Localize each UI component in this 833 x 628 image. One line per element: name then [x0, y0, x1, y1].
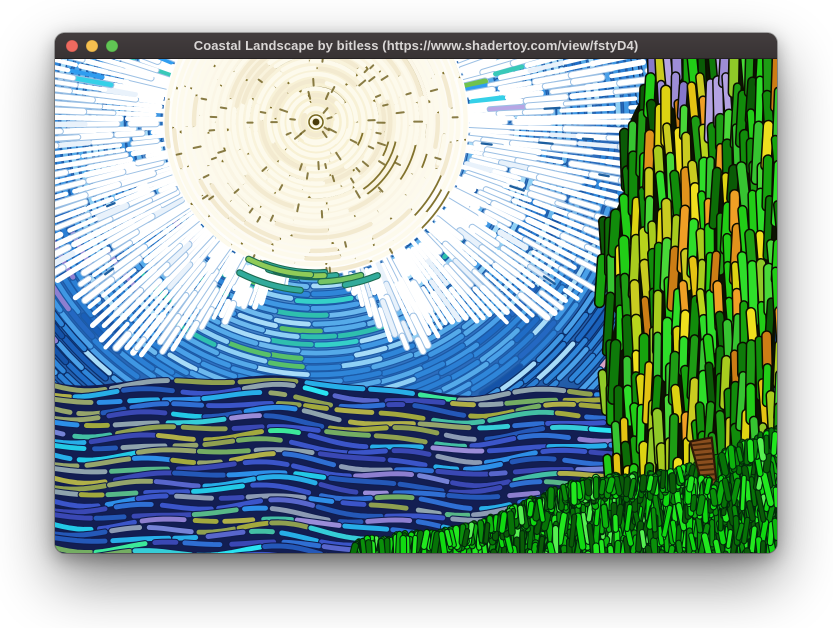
shadertoy-viewer-window: Coastal Landscape by bitless (https://ww… — [55, 33, 777, 553]
shader-artwork-canvas — [55, 59, 777, 553]
window-title: Coastal Landscape by bitless (https://ww… — [55, 38, 777, 53]
close-button[interactable] — [66, 40, 78, 52]
zoom-button[interactable] — [106, 40, 118, 52]
traffic-lights — [66, 33, 118, 59]
window-titlebar[interactable]: Coastal Landscape by bitless (https://ww… — [55, 33, 777, 59]
minimize-button[interactable] — [86, 40, 98, 52]
desktop-background: Coastal Landscape by bitless (https://ww… — [0, 0, 833, 628]
